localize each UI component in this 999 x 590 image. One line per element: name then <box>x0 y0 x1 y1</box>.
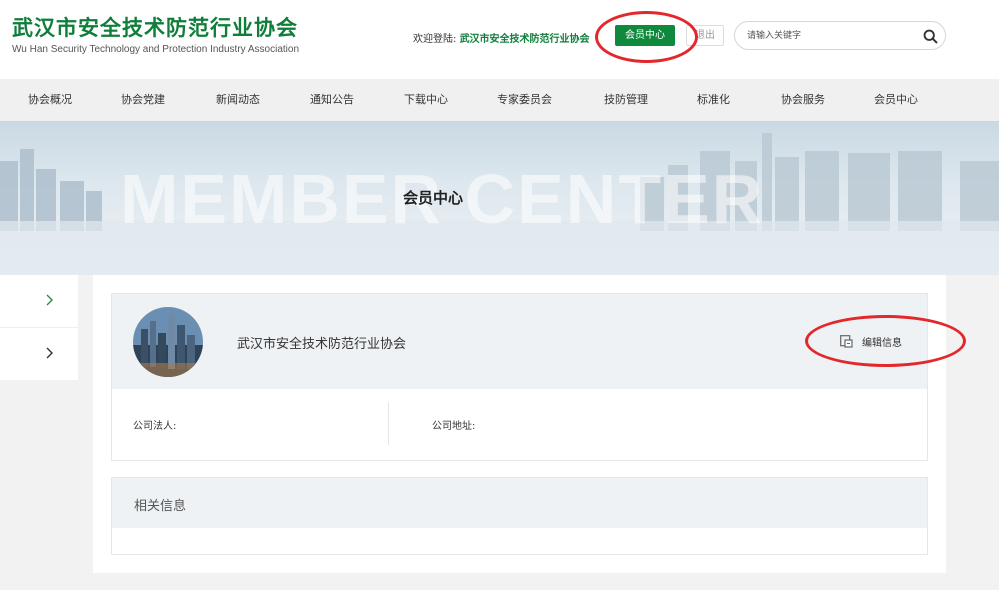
edit-info-label: 编辑信息 <box>862 338 902 349</box>
welcome-username[interactable]: 武汉市安全技术防范行业协会 <box>460 34 590 45</box>
field-divider <box>388 402 389 445</box>
profile-header: 武汉市安全技术防范行业协会 编辑信息 <box>112 294 927 389</box>
member-center-button[interactable]: 会员中心 <box>615 25 675 46</box>
nav-item-notices[interactable]: 通知公告 <box>310 79 354 121</box>
site-logo-subtitle: Wu Han Security Technology and Protectio… <box>12 44 300 55</box>
legal-person-field: 公司法人: <box>133 417 176 432</box>
welcome-prefix: 欢迎登陆: <box>413 34 460 45</box>
chevron-right-icon <box>46 294 53 306</box>
address-field: 公司地址: <box>432 417 475 432</box>
chevron-right-icon <box>46 347 53 359</box>
nav-item-downloads[interactable]: 下载中心 <box>404 79 448 121</box>
nav-item-services[interactable]: 协会服务 <box>781 79 825 121</box>
legal-person-label: 公司法人: <box>133 421 177 432</box>
main-nav: 协会概况 协会党建 新闻动态 通知公告 下载中心 专家委员会 技防管理 标准化 … <box>0 79 999 121</box>
logout-button[interactable]: 退出 <box>686 25 724 46</box>
nav-item-party[interactable]: 协会党建 <box>121 79 165 121</box>
site-logo-title[interactable]: 武汉市安全技术防范行业协会 <box>12 12 298 42</box>
search-input[interactable] <box>747 28 907 44</box>
welcome-text: 欢迎登陆: 武汉市安全技术防范行业协会 <box>413 30 590 45</box>
page-title: 会员中心 <box>403 189 464 207</box>
sidebar-menu <box>0 275 78 380</box>
nav-item-member-center[interactable]: 会员中心 <box>874 79 918 121</box>
sidebar-item[interactable] <box>0 275 78 327</box>
member-name: 武汉市安全技术防范行业协会 <box>237 337 407 352</box>
member-profile-card: 武汉市安全技术防范行业协会 编辑信息 公司法人: 公司地址: <box>111 293 928 461</box>
nav-item-news[interactable]: 新闻动态 <box>216 79 260 121</box>
sidebar-item[interactable] <box>0 328 78 380</box>
site-header: 武汉市安全技术防范行业协会 Wu Han Security Technology… <box>0 0 999 79</box>
search-icon[interactable] <box>922 28 939 45</box>
related-info-section: 相关信息 <box>111 477 928 555</box>
avatar <box>133 307 203 377</box>
related-info-title: 相关信息 <box>134 499 187 514</box>
nav-item-tech-management[interactable]: 技防管理 <box>604 79 648 121</box>
address-label: 公司地址: <box>432 421 476 432</box>
nav-item-standards[interactable]: 标准化 <box>697 79 730 121</box>
edit-icon <box>840 335 853 348</box>
nav-item-experts[interactable]: 专家委员会 <box>497 79 552 121</box>
related-info-header: 相关信息 <box>112 478 927 528</box>
page-banner: MEMBER CENTER 会员中心 <box>0 121 999 275</box>
nav-item-about[interactable]: 协会概况 <box>28 79 72 121</box>
search-box <box>734 21 946 50</box>
